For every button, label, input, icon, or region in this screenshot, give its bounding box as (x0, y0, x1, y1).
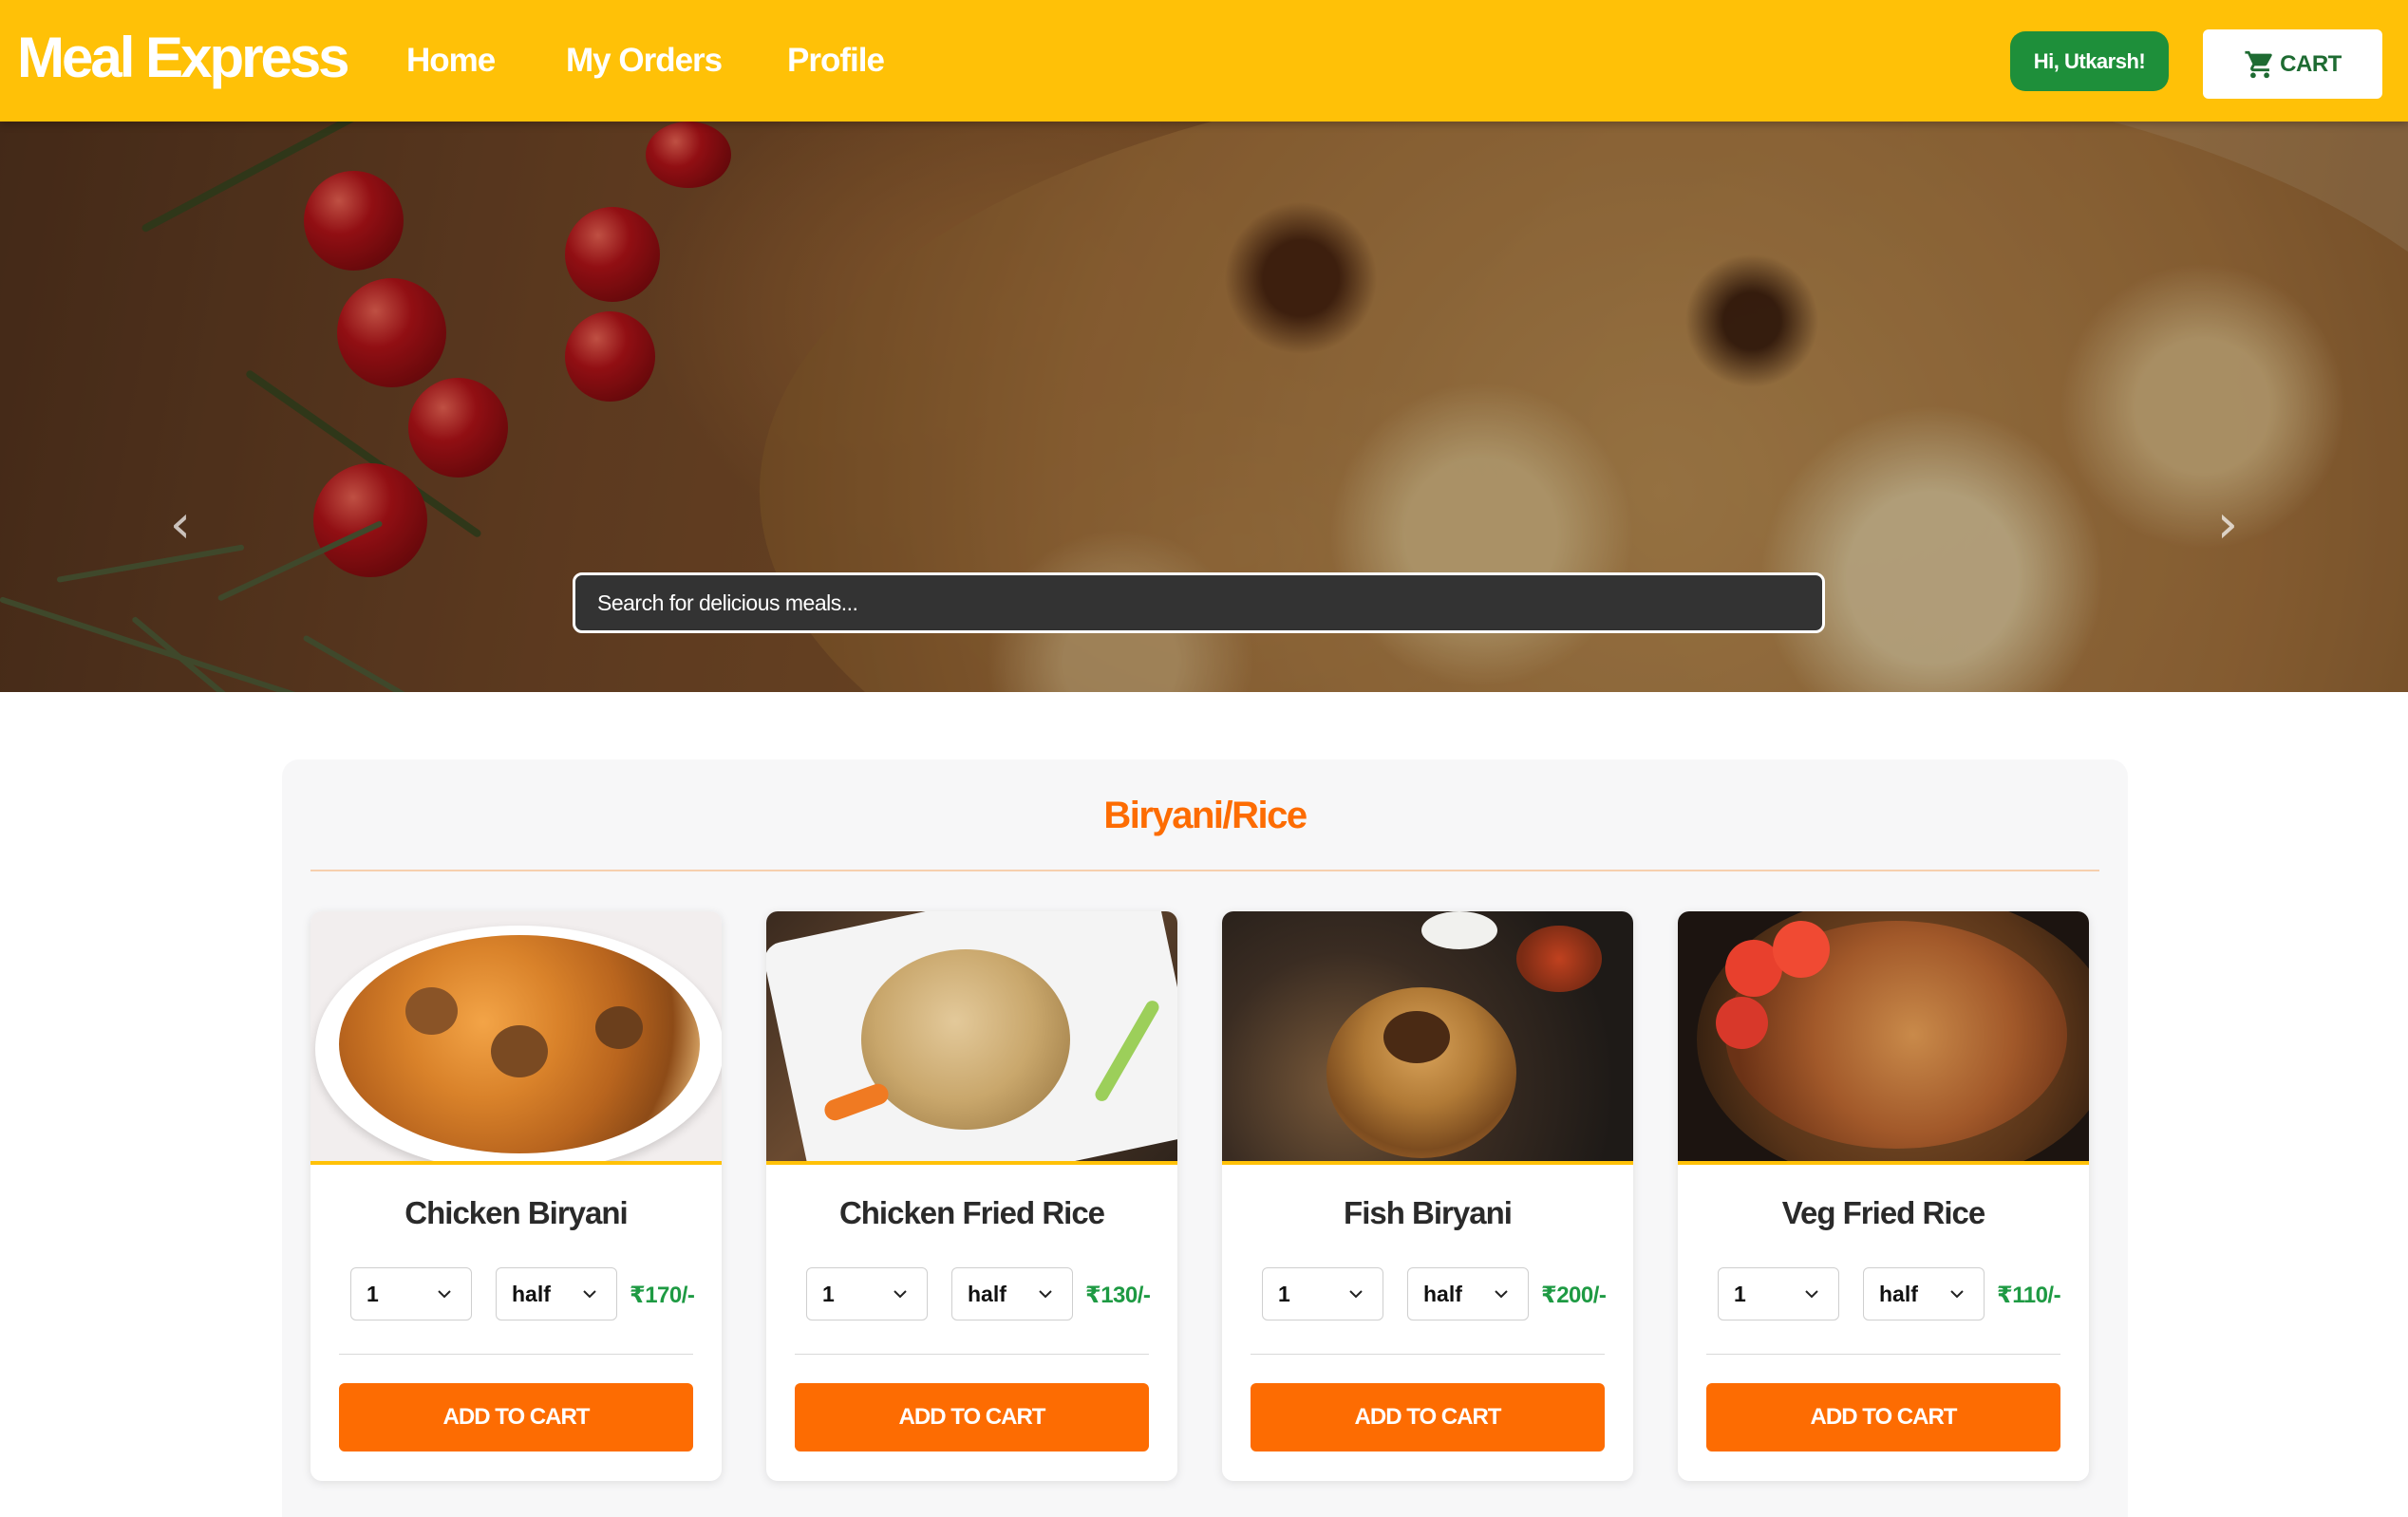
food-image (1222, 911, 1633, 1165)
chevron-down-icon (583, 1290, 596, 1299)
card-divider (339, 1354, 693, 1355)
quantity-value: 1 (1278, 1281, 1290, 1306)
chevron-down-icon (438, 1290, 451, 1299)
size-value: half (512, 1281, 551, 1306)
chevron-down-icon (1950, 1290, 1964, 1299)
quantity-select[interactable]: 1 (350, 1267, 472, 1320)
chevron-right-icon[interactable]: › (2209, 496, 2247, 553)
chevron-down-icon (1039, 1290, 1052, 1299)
size-select[interactable]: half (496, 1267, 617, 1320)
shopping-cart-icon (2245, 50, 2272, 78)
food-image (1678, 911, 2089, 1165)
size-select[interactable]: half (1863, 1267, 1985, 1320)
navbar: Meal Express Home My Orders Profile Hi, … (0, 0, 2408, 122)
cart-button[interactable]: CART (2203, 29, 2382, 99)
size-value: half (1423, 1281, 1462, 1306)
quantity-value: 1 (1734, 1281, 1746, 1306)
food-price: ₹200/- (1541, 1283, 1607, 1308)
chevron-down-icon (1349, 1290, 1363, 1299)
nav-link-home[interactable]: Home (406, 42, 496, 80)
cart-label: CART (2280, 50, 2342, 77)
size-select[interactable]: half (1407, 1267, 1529, 1320)
food-name: Veg Fried Rice (1781, 1195, 1985, 1230)
food-name: Chicken Fried Rice (838, 1195, 1105, 1230)
food-name: Chicken Biryani (404, 1195, 628, 1230)
food-image (310, 911, 722, 1165)
quantity-select[interactable]: 1 (1262, 1267, 1383, 1320)
size-value: half (968, 1281, 1006, 1306)
food-price: ₹170/- (630, 1283, 695, 1308)
size-select[interactable]: half (951, 1267, 1073, 1320)
quantity-value: 1 (367, 1281, 379, 1306)
brand-logo[interactable]: Meal Express (17, 25, 350, 90)
food-card: Fish Biryani 1 half ₹200/- ADD TO CART (1222, 911, 1633, 1481)
food-price: ₹110/- (1997, 1283, 2061, 1308)
food-card: Chicken Biryani 1 half ₹170/- ADD TO CAR… (310, 911, 722, 1481)
quantity-select[interactable]: 1 (806, 1267, 928, 1320)
card-divider (1706, 1354, 2060, 1355)
nav-link-profile[interactable]: Profile (787, 42, 885, 80)
category-divider (310, 870, 2099, 871)
category-title: Biryani/Rice (1103, 795, 1307, 836)
food-price: ₹130/- (1085, 1283, 1151, 1308)
size-value: half (1879, 1281, 1918, 1306)
add-to-cart-button[interactable]: ADD TO CART (795, 1383, 1149, 1451)
chevron-down-icon (1495, 1290, 1508, 1299)
add-to-cart-button[interactable]: ADD TO CART (1251, 1383, 1605, 1451)
add-to-cart-button[interactable]: ADD TO CART (1706, 1383, 2060, 1451)
food-name: Fish Biryani (1344, 1195, 1513, 1230)
chevron-down-icon (1805, 1290, 1818, 1299)
nav-link-my-orders[interactable]: My Orders (566, 42, 723, 80)
card-divider (1251, 1354, 1605, 1355)
search-input[interactable] (573, 572, 1825, 633)
chevron-left-icon[interactable]: ‹ (161, 496, 199, 553)
quantity-select[interactable]: 1 (1718, 1267, 1839, 1320)
chevron-down-icon (894, 1290, 907, 1299)
food-card: Veg Fried Rice 1 half ₹110/- ADD TO CART (1678, 911, 2089, 1481)
food-image (766, 911, 1177, 1165)
food-card: Chicken Fried Rice 1 half ₹130/- ADD TO … (766, 911, 1177, 1481)
add-to-cart-button[interactable]: ADD TO CART (339, 1383, 693, 1451)
category-section: Biryani/Rice Chicken Biryani 1 half ₹170… (282, 759, 2128, 1517)
quantity-value: 1 (822, 1281, 835, 1306)
user-greeting-button[interactable]: Hi, Utkarsh! (2010, 31, 2169, 91)
card-divider (795, 1354, 1149, 1355)
